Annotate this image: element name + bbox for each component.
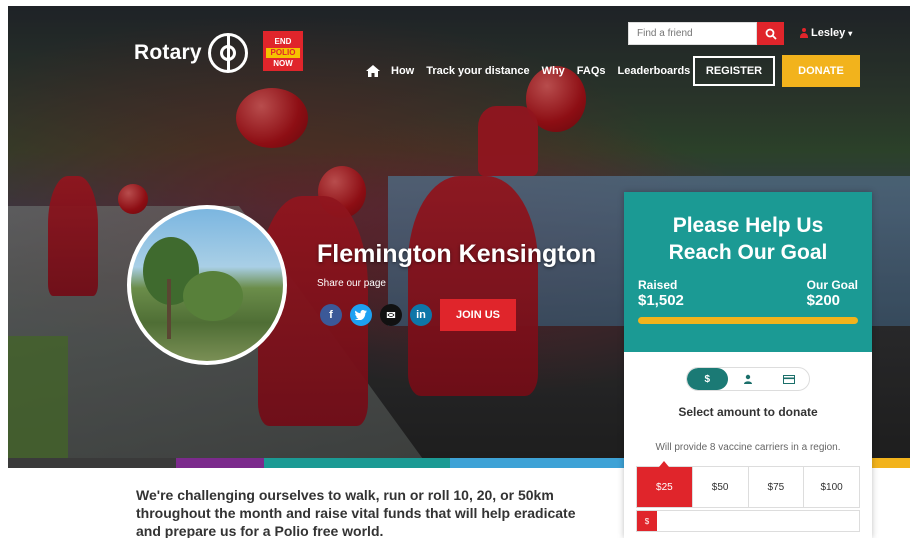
amount-50[interactable]: $50 xyxy=(691,467,748,507)
goal-header: Please Help Us Reach Our Goal Raised $1,… xyxy=(624,192,872,352)
person-icon xyxy=(744,374,752,384)
end-polio-line2: POLIO xyxy=(266,48,300,58)
raised-label: Raised xyxy=(638,278,678,292)
raised-value: $1,502 xyxy=(638,292,684,309)
goal-label: Our Goal xyxy=(806,278,858,292)
impact-text: Will provide 8 vaccine carriers in a reg… xyxy=(655,442,841,453)
page-avatar xyxy=(127,205,287,365)
person-toggle[interactable] xyxy=(728,368,769,390)
amount-100[interactable]: $100 xyxy=(803,467,859,507)
share-label: Share our page xyxy=(317,278,386,289)
credit-card-icon xyxy=(782,374,795,384)
social-share: f ✉ in xyxy=(320,304,432,326)
register-button[interactable]: REGISTER xyxy=(693,56,775,86)
twitter-icon[interactable] xyxy=(350,304,372,326)
nav-track-distance[interactable]: Track your distance xyxy=(426,65,529,77)
rotary-wheel-icon xyxy=(207,33,248,73)
search-input[interactable] xyxy=(628,22,757,45)
logo-text: Rotary xyxy=(134,41,202,64)
card-toggle[interactable] xyxy=(768,368,809,390)
goal-title-line1: Please Help Us xyxy=(672,214,824,237)
end-polio-logo[interactable]: END POLIO NOW xyxy=(263,31,303,71)
linkedin-icon[interactable]: in xyxy=(410,304,432,326)
end-polio-line1: END xyxy=(274,37,292,46)
rotary-logo[interactable]: Rotary xyxy=(134,33,248,73)
custom-amount-input[interactable] xyxy=(657,511,859,531)
search-button[interactable] xyxy=(757,22,784,45)
twitter-bird-icon xyxy=(355,310,367,320)
select-amount-title: Select amount to donate xyxy=(678,405,818,419)
facebook-icon[interactable]: f xyxy=(320,304,342,326)
intro-text: We're challenging ourselves to walk, run… xyxy=(136,487,576,538)
email-icon[interactable]: ✉ xyxy=(380,304,402,326)
search-icon xyxy=(765,28,777,40)
goal-value: $200 xyxy=(806,292,841,309)
donation-panel: Please Help Us Reach Our Goal Raised $1,… xyxy=(624,192,872,538)
user-menu[interactable]: Lesley ▾ xyxy=(800,27,852,39)
join-us-button[interactable]: JOIN US xyxy=(440,299,516,331)
chevron-down-icon: ▾ xyxy=(848,28,853,38)
main-nav: How Track your distance Why FAQs Leaderb… xyxy=(365,64,702,78)
nav-faqs[interactable]: FAQs xyxy=(577,65,606,77)
donation-type-toggle: $ xyxy=(686,367,810,391)
goal-progress-bar xyxy=(638,317,858,324)
currency-symbol: $ xyxy=(637,511,657,531)
donate-button[interactable]: DONATE xyxy=(782,55,860,87)
home-icon[interactable] xyxy=(365,64,381,78)
amount-75[interactable]: $75 xyxy=(747,467,804,507)
amount-options: $25 $50 $75 $100 xyxy=(636,461,860,508)
raised-stat: Raised $1,502 xyxy=(638,278,684,309)
goal-stat: Our Goal $200 xyxy=(807,278,858,309)
user-icon xyxy=(800,28,808,38)
user-name: Lesley xyxy=(811,27,846,39)
amount-25[interactable]: $25 xyxy=(637,461,692,507)
nav-leaderboards[interactable]: Leaderboards xyxy=(618,65,691,77)
dollar-toggle[interactable]: $ xyxy=(687,368,728,390)
end-polio-line3: NOW xyxy=(273,59,293,68)
custom-amount: $ xyxy=(636,510,860,532)
nav-how[interactable]: How xyxy=(391,65,414,77)
nav-why[interactable]: Why xyxy=(542,65,565,77)
page-title: Flemington Kensington xyxy=(317,240,597,268)
goal-title-line2: Reach Our Goal xyxy=(668,241,828,264)
